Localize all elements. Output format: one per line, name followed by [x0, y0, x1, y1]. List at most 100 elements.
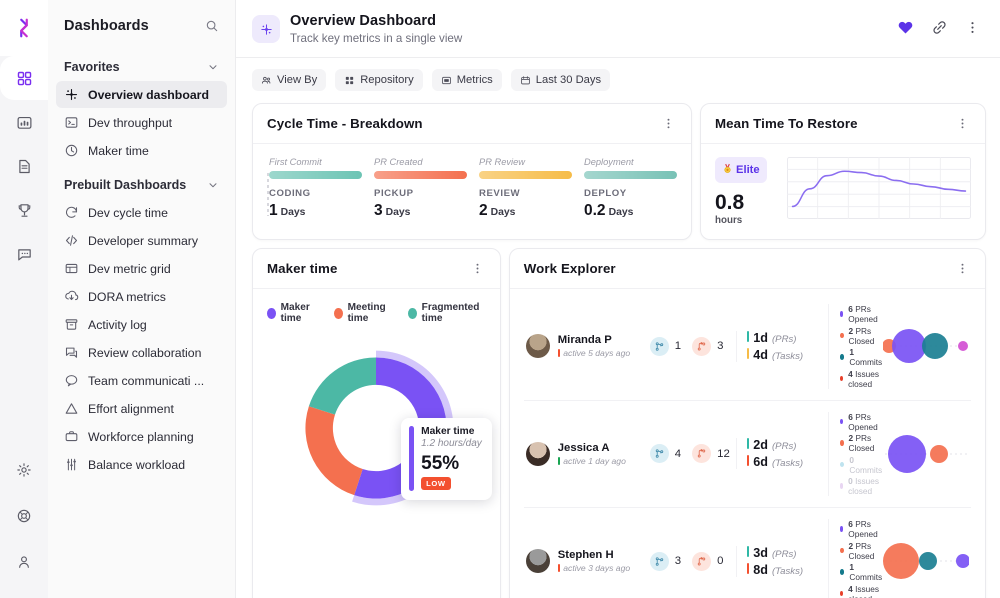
activity-item: 4 Issues closed	[839, 369, 883, 389]
sliders-icon	[67, 458, 76, 471]
rail-item-reports[interactable]	[0, 144, 48, 188]
heart-icon[interactable]	[897, 19, 914, 36]
legend-item[interactable]: Maker time	[267, 302, 322, 324]
time-label: (Tasks)	[771, 350, 804, 362]
table-icon	[65, 263, 78, 274]
sidebar-group-header[interactable]: Prebuilt Dashboards	[48, 172, 235, 198]
sidebar-item-effort-alignment[interactable]: Effort alignment	[56, 395, 227, 422]
triangle-icon	[65, 403, 78, 414]
sidebar-item-overview-dashboard[interactable]: Overview dashboard	[56, 81, 227, 108]
sidebar-title: Dashboards	[64, 18, 149, 34]
cycle-stage: PR Created PICKUP 3 Days	[372, 157, 467, 220]
cycle-stage-milestone: PR Created	[374, 157, 423, 167]
dashboard-row-2: Maker time Maker time Meeting time Fragmen…	[252, 248, 986, 598]
time-color-bar	[746, 347, 750, 359]
rail-item-support[interactable]	[0, 494, 48, 538]
grid-icon	[344, 75, 355, 86]
rail-item-goals[interactable]	[0, 188, 48, 232]
kebab-icon[interactable]	[954, 115, 971, 132]
activity-text: 4 Issues closed	[848, 369, 883, 389]
kebab-icon[interactable]	[965, 20, 980, 35]
user-cell: Stephen Hactive 3 days ago	[525, 549, 644, 574]
page-header-left: Overview Dashboard Track key metrics in …	[252, 13, 462, 45]
search-icon[interactable]	[205, 19, 219, 33]
activity-count: 1	[849, 562, 855, 572]
activity-count: 6	[848, 519, 853, 529]
sidebar-item-label: Dev cycle time	[88, 205, 168, 220]
activities-cell: 6 PRs Opened 2 PRs Closed 1 Commits 4 Issue…	[827, 304, 883, 389]
page-header: Overview Dashboard Track key metrics in …	[236, 0, 1000, 45]
refresh-icon	[64, 205, 79, 220]
cycle-stage-number: 0.2	[584, 202, 606, 219]
activity-count: 6	[848, 304, 853, 314]
user-activity: active 5 days ago	[557, 348, 630, 358]
filter-repository[interactable]: Repository	[335, 69, 423, 91]
time-metric: 2d (PRs)	[746, 438, 828, 452]
times-cell: 2d (PRs) 6d (Tasks)	[735, 438, 828, 470]
activity-label: PRs Opened	[848, 411, 878, 432]
activity-item: 1 Commits	[839, 347, 883, 367]
activity-count: 2	[848, 540, 854, 551]
legend-label: Fragmented time	[421, 302, 480, 324]
table-row[interactable]: Jessica Aactive 1 day ago 4 12 2d (PRs) 6d (Ta…	[523, 401, 971, 508]
sidebar-item-dora-metrics[interactable]: DORA metrics	[56, 283, 227, 310]
table-icon	[64, 261, 79, 276]
sidebar-item-balance-workload[interactable]: Balance workload	[56, 451, 227, 478]
legend-label: Maker time	[280, 302, 310, 324]
filter-view-by[interactable]: View By	[252, 69, 327, 91]
rail-item-dashboards[interactable]	[0, 42, 48, 100]
rail-item-analytics[interactable]	[0, 100, 48, 144]
stat-value: 1	[674, 340, 682, 353]
sidebar-item-maker-time[interactable]: Maker time	[56, 137, 227, 164]
sidebar-item-review-collaboration[interactable]: Review collaboration	[56, 339, 227, 366]
donut-chart: Maker time 1.2 hours/day 55% LOW	[267, 330, 492, 526]
filter-label: Last 30 Days	[535, 74, 602, 86]
sidebar-item-dev-throughput[interactable]: Dev throughput	[56, 109, 227, 136]
activity-text: 2 PRs Closed	[849, 433, 884, 453]
filter-metrics[interactable]: Metrics	[431, 69, 502, 91]
sidebar-item-team-communicati[interactable]: Team communicati ...	[56, 367, 227, 394]
icon-rail	[0, 0, 48, 598]
chevron-down-icon[interactable]	[207, 179, 219, 191]
deploy-icon	[65, 290, 79, 301]
cycle-stage-bar	[269, 171, 362, 179]
grid-dashboard-icon	[17, 71, 31, 85]
filter-last-30-days[interactable]: Last 30 Days	[510, 69, 611, 91]
clock-icon	[65, 144, 78, 157]
legend-item[interactable]: Meeting time	[333, 302, 396, 324]
chevron-down-icon[interactable]	[207, 61, 219, 73]
rail-item-messages[interactable]	[0, 232, 48, 276]
table-row[interactable]: Miranda Pactive 5 days ago 1 3 1d (PRs) 4d (Ta…	[523, 293, 971, 401]
rail-item-profile[interactable]	[0, 540, 48, 584]
sidebar-group: Prebuilt Dashboards Dev cycle time Develop…	[48, 172, 235, 478]
dashboard-canvas[interactable]: Cycle Time - Breakdown First Commit CODIN…	[236, 91, 1000, 598]
cycle-stage-value: 0.2 Days	[584, 202, 677, 220]
sidebar-group-header[interactable]: Favorites	[48, 54, 235, 80]
activities-cell: 6 PRs Opened 2 PRs Closed 1 Commits 4 Issue…	[827, 519, 883, 598]
kebab-icon[interactable]	[469, 260, 486, 277]
sidebar-item-developer-summary[interactable]: Developer summary	[56, 227, 227, 254]
activity-text: 1 Commits	[849, 562, 883, 582]
activity-indicator	[557, 456, 561, 465]
link-icon[interactable]	[931, 19, 948, 36]
legend-item[interactable]: Fragmented time	[408, 302, 486, 324]
activity-dot	[839, 526, 844, 532]
comments-icon	[65, 347, 78, 358]
chat-icon	[17, 248, 31, 260]
kebab-icon[interactable]	[660, 115, 677, 132]
stat-pr: 0	[692, 551, 724, 571]
sidebar-item-dev-cycle-time[interactable]: Dev cycle time	[56, 199, 227, 226]
sidebar-item-dev-metric-grid[interactable]: Dev metric grid	[56, 255, 227, 282]
table-row[interactable]: Stephen Hactive 3 days ago 3 0 3d (PRs) 8d (Ta…	[524, 508, 971, 598]
sidebar-item-activity-log[interactable]: Activity log	[56, 311, 227, 338]
rail-item-settings[interactable]	[0, 448, 48, 492]
user-cell: Miranda Pactive 5 days ago	[525, 334, 644, 359]
activity-item: 2 PRs Closed	[839, 326, 883, 346]
sidebar-item-label: Dev metric grid	[88, 261, 171, 276]
clock-icon	[64, 143, 79, 158]
stat-value: 0	[717, 555, 724, 568]
kebab-icon[interactable]	[954, 260, 971, 277]
triangle-icon	[64, 401, 79, 416]
gear-icon	[17, 463, 31, 477]
sidebar-item-workforce-planning[interactable]: Workforce planning	[56, 423, 227, 450]
